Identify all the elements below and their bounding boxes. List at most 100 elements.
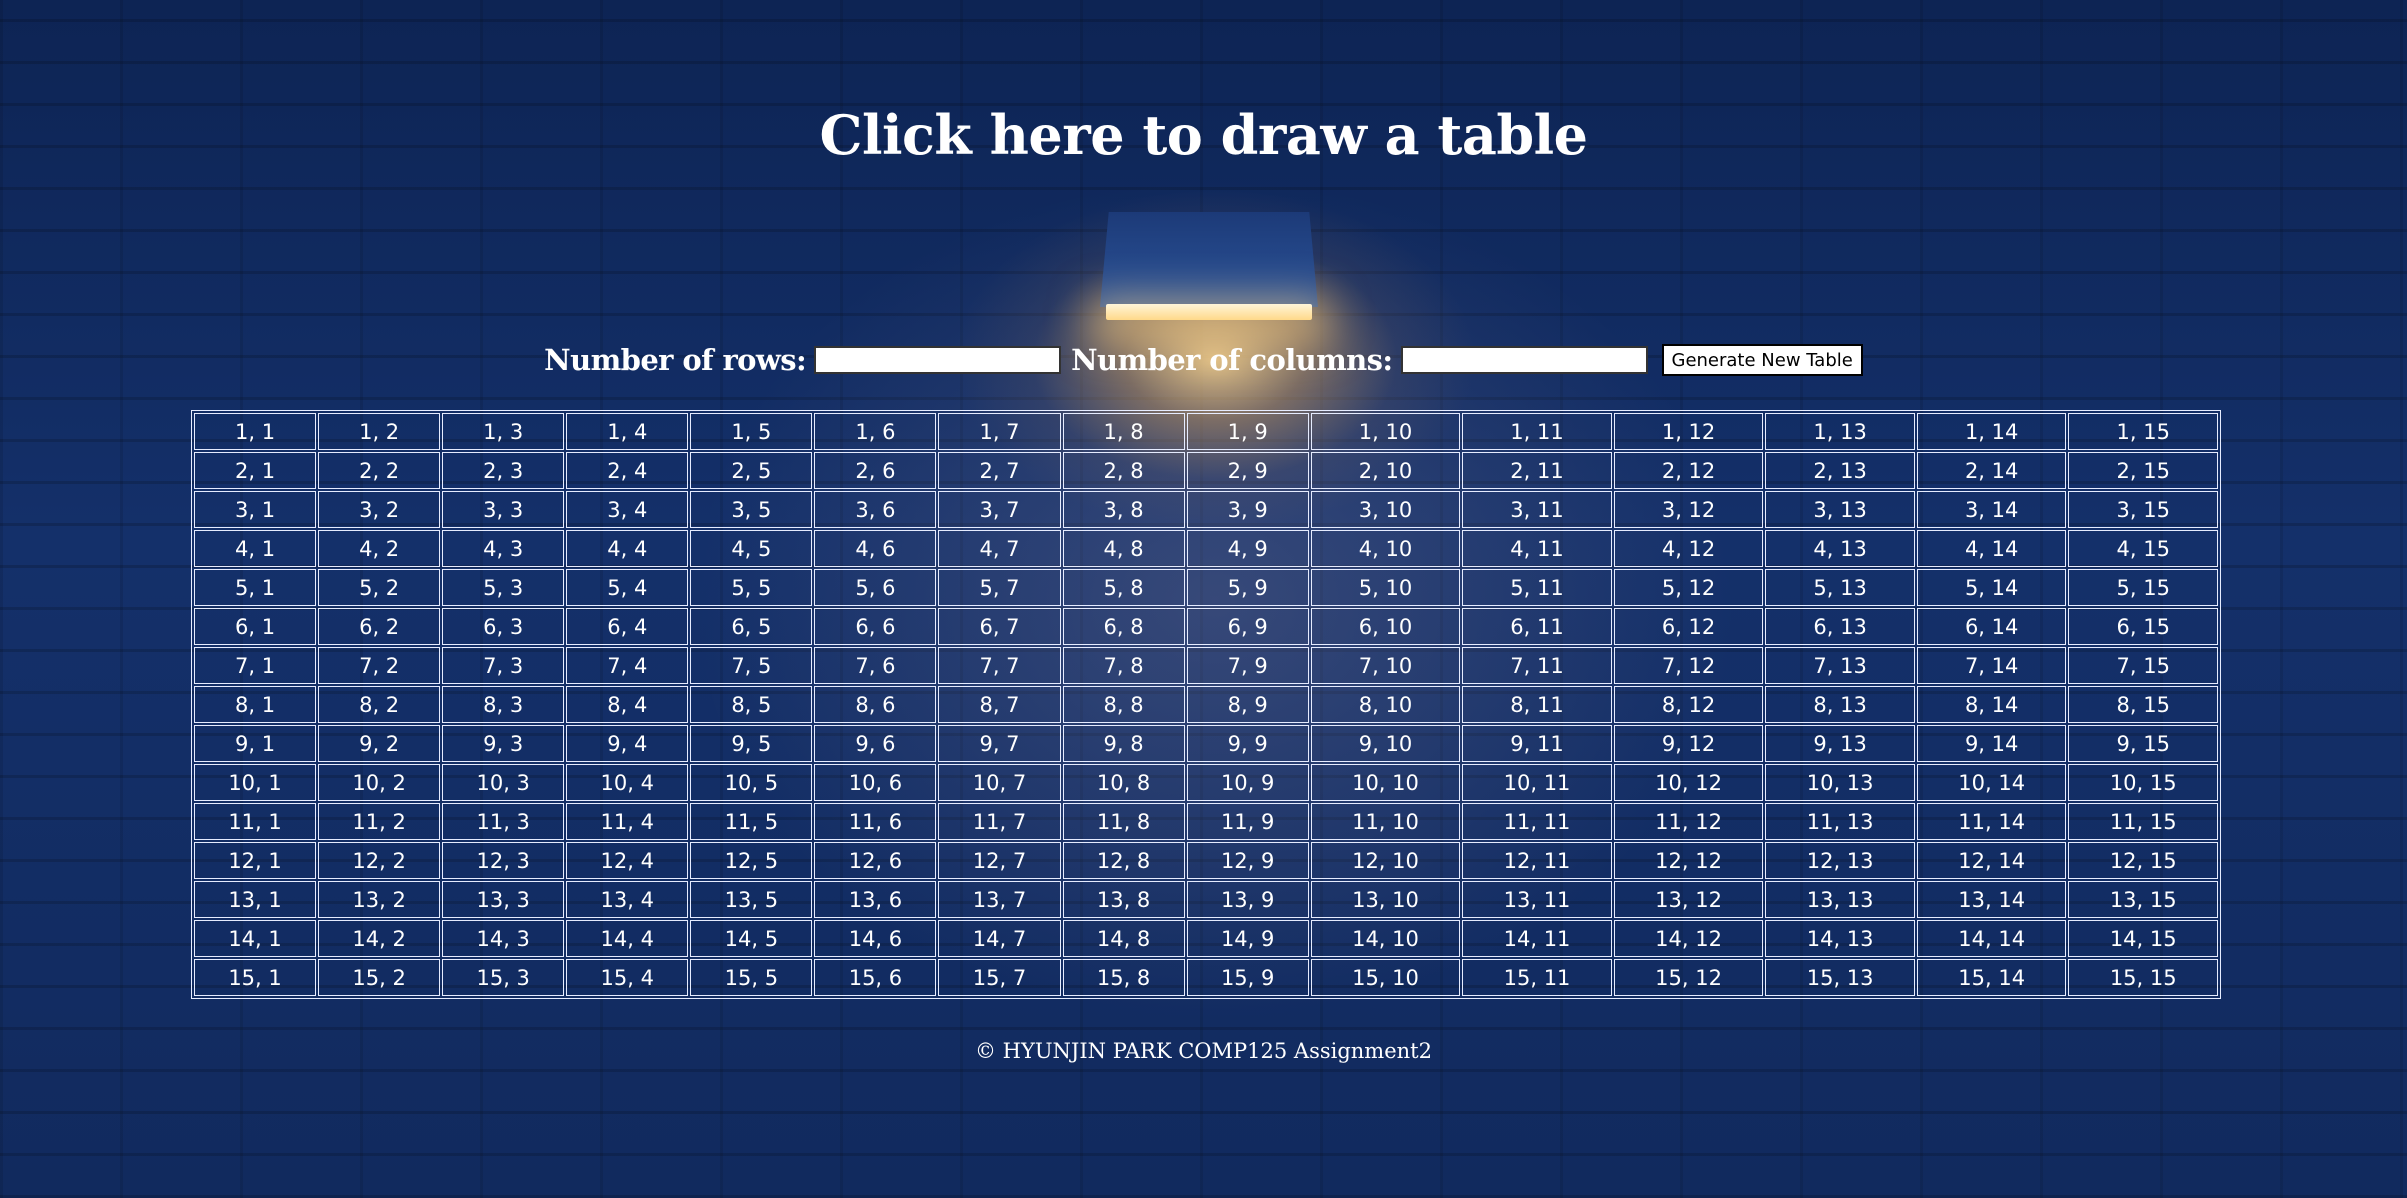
- table-cell: 8, 3: [442, 686, 565, 723]
- table-cell: 1, 12: [1613, 413, 1764, 450]
- table-cell: 8, 6: [814, 686, 937, 723]
- table-cell: 8, 11: [1462, 686, 1612, 723]
- table-cell: 11, 14: [1916, 803, 2067, 840]
- table-cell: 10, 1: [194, 764, 317, 801]
- table-cell: 2, 12: [1613, 452, 1764, 489]
- table-cell: 7, 7: [938, 647, 1061, 684]
- table-cell: 15, 1: [194, 959, 317, 996]
- table-cell: 11, 7: [938, 803, 1061, 840]
- table-cell: 11, 13: [1765, 803, 1915, 840]
- table-cell: 8, 7: [938, 686, 1061, 723]
- table-cell: 2, 14: [1916, 452, 2067, 489]
- table-cell: 12, 11: [1462, 842, 1612, 879]
- table-cell: 1, 15: [2068, 413, 2218, 450]
- table-cell: 8, 8: [1062, 686, 1185, 723]
- table-cell: 7, 13: [1765, 647, 1915, 684]
- table-cell: 12, 2: [318, 842, 441, 879]
- table-cell: 12, 9: [1186, 842, 1309, 879]
- table-cell: 4, 1: [194, 530, 317, 567]
- table-cell: 10, 14: [1916, 764, 2067, 801]
- table-cell: 7, 12: [1613, 647, 1764, 684]
- page-title[interactable]: Click here to draw a table: [0, 96, 2407, 174]
- table-cell: 14, 7: [938, 920, 1061, 957]
- table-cell: 13, 15: [2068, 881, 2218, 918]
- table-row: 2, 1 2, 2 2, 3 2, 4 2, 5 2, 6 2, 7 2, 8 2, 9 2, 1…: [194, 452, 2218, 489]
- table-cell: 10, 3: [442, 764, 565, 801]
- table-cell: 2, 9: [1186, 452, 1309, 489]
- table-cell: 2, 3: [442, 452, 565, 489]
- table-row: 5, 1 5, 2 5, 3 5, 4 5, 5 5, 6 5, 7 5, 8 5, 9 5, 1…: [194, 569, 2218, 606]
- table-cell: 9, 10: [1310, 725, 1461, 762]
- table-cell: 9, 15: [2068, 725, 2218, 762]
- table-controls: Number of rows: Number of columns: Gener…: [0, 338, 2407, 382]
- table-cell: 15, 9: [1186, 959, 1309, 996]
- table-cell: 12, 5: [690, 842, 813, 879]
- table-cell: 2, 10: [1310, 452, 1461, 489]
- columns-label: Number of columns:: [1071, 343, 1393, 377]
- table-cell: 3, 4: [566, 491, 689, 528]
- table-cell: 8, 9: [1186, 686, 1309, 723]
- table-body: 1, 1 1, 2 1, 3 1, 4 1, 5 1, 6 1, 7 1, 8 1, 9 1, 1…: [194, 413, 2218, 996]
- table-cell: 3, 9: [1186, 491, 1309, 528]
- table-cell: 6, 11: [1462, 608, 1612, 645]
- table-cell: 6, 8: [1062, 608, 1185, 645]
- table-cell: 4, 5: [690, 530, 813, 567]
- table-cell: 12, 8: [1062, 842, 1185, 879]
- table-cell: 7, 8: [1062, 647, 1185, 684]
- table-cell: 9, 6: [814, 725, 937, 762]
- table-cell: 2, 15: [2068, 452, 2218, 489]
- table-cell: 2, 4: [566, 452, 689, 489]
- table-cell: 13, 14: [1916, 881, 2067, 918]
- table-cell: 14, 1: [194, 920, 317, 957]
- lamp-body: [1100, 212, 1318, 307]
- table-cell: 13, 10: [1310, 881, 1461, 918]
- table-cell: 9, 8: [1062, 725, 1185, 762]
- table-cell: 12, 6: [814, 842, 937, 879]
- generate-table-button[interactable]: Generate New Table: [1661, 344, 1863, 376]
- table-cell: 11, 5: [690, 803, 813, 840]
- table-cell: 4, 15: [2068, 530, 2218, 567]
- table-cell: 3, 14: [1916, 491, 2067, 528]
- table-cell: 5, 2: [318, 569, 441, 606]
- rows-label: Number of rows:: [544, 343, 807, 377]
- table-cell: 5, 15: [2068, 569, 2218, 606]
- table-cell: 3, 13: [1765, 491, 1915, 528]
- table-cell: 11, 12: [1613, 803, 1764, 840]
- table-cell: 3, 3: [442, 491, 565, 528]
- table-cell: 10, 11: [1462, 764, 1612, 801]
- table-cell: 13, 13: [1765, 881, 1915, 918]
- table-cell: 4, 13: [1765, 530, 1915, 567]
- table-cell: 9, 1: [194, 725, 317, 762]
- table-cell: 14, 5: [690, 920, 813, 957]
- table-cell: 15, 2: [318, 959, 441, 996]
- table-cell: 9, 13: [1765, 725, 1915, 762]
- table-cell: 10, 8: [1062, 764, 1185, 801]
- table-row: 4, 1 4, 2 4, 3 4, 4 4, 5 4, 6 4, 7 4, 8 4, 9 4, 1…: [194, 530, 2218, 567]
- table-cell: 4, 12: [1613, 530, 1764, 567]
- table-cell: 3, 6: [814, 491, 937, 528]
- table-cell: 5, 10: [1310, 569, 1461, 606]
- table-cell: 10, 10: [1310, 764, 1461, 801]
- table-cell: 10, 4: [566, 764, 689, 801]
- table-cell: 13, 1: [194, 881, 317, 918]
- table-cell: 10, 13: [1765, 764, 1915, 801]
- table-cell: 12, 10: [1310, 842, 1461, 879]
- table-cell: 3, 12: [1613, 491, 1764, 528]
- table-cell: 3, 11: [1462, 491, 1612, 528]
- table-cell: 8, 4: [566, 686, 689, 723]
- table-cell: 8, 2: [318, 686, 441, 723]
- table-cell: 13, 11: [1462, 881, 1612, 918]
- table-cell: 1, 2: [318, 413, 441, 450]
- table-cell: 8, 15: [2068, 686, 2218, 723]
- columns-input[interactable]: [1400, 346, 1648, 374]
- table-cell: 11, 15: [2068, 803, 2218, 840]
- table-cell: 6, 10: [1310, 608, 1461, 645]
- table-cell: 6, 4: [566, 608, 689, 645]
- table-cell: 1, 1: [194, 413, 317, 450]
- table-cell: 4, 8: [1062, 530, 1185, 567]
- table-cell: 11, 3: [442, 803, 565, 840]
- table-cell: 15, 14: [1916, 959, 2067, 996]
- table-cell: 1, 3: [442, 413, 565, 450]
- table-cell: 14, 6: [814, 920, 937, 957]
- rows-input[interactable]: [814, 346, 1062, 374]
